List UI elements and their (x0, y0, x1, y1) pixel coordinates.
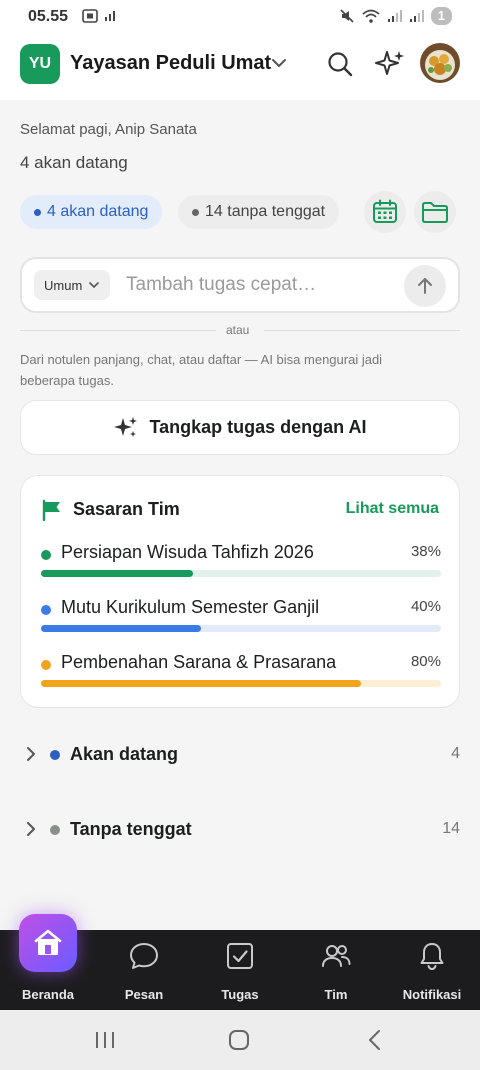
checkbox-icon (227, 943, 253, 969)
nav-label: Pesan (124, 987, 164, 1002)
recent-apps-icon[interactable] (94, 1029, 116, 1051)
goal-name: Pembenahan Sarana & Prasarana (61, 652, 337, 672)
quick-add-input[interactable]: Tambah tugas cepat… (126, 274, 316, 296)
folder-icon (422, 202, 448, 223)
separator-text: atau (226, 323, 250, 337)
section-dot (50, 750, 60, 760)
calendar-icon (373, 199, 397, 223)
nav-item-tim[interactable]: Tim (288, 930, 384, 1010)
chevron-right-icon (27, 822, 35, 836)
nav-label: Tugas (221, 987, 259, 1002)
signal-small-icon (105, 11, 115, 21)
chevron-down-icon[interactable] (270, 54, 288, 72)
back-icon[interactable] (364, 1029, 386, 1051)
mute-icon (340, 9, 354, 23)
nav-label: Notifikasi (402, 987, 462, 1002)
ai-hint-text: Dari notulen panjang, chat, atau daftar … (20, 352, 383, 388)
section-title: Tanpa tenggat (70, 819, 192, 839)
section-count: 4 (451, 745, 460, 762)
section-dot (50, 825, 60, 835)
upcoming-summary: 4 akan datang (20, 153, 128, 172)
chevron-down-icon (89, 282, 100, 289)
goal-percent: 80% (410, 653, 441, 670)
app-header: YU Yayasan Peduli Umat (0, 34, 480, 100)
signal-1-icon (387, 10, 402, 22)
nav-label: Tim (324, 987, 348, 1002)
people-icon (322, 945, 351, 967)
section-no-deadline[interactable]: Tanpa tenggat 14 (20, 811, 460, 847)
screenshot-icon (82, 9, 98, 23)
chip-dot (34, 208, 41, 216)
goal-dot (41, 605, 51, 615)
nav-label: Beranda (21, 987, 75, 1002)
submit-button[interactable] (404, 265, 446, 307)
team-goals-title: Sasaran Tim (73, 499, 180, 519)
see-all-link[interactable]: Lihat semua (346, 500, 439, 518)
section-upcoming[interactable]: Akan datang 4 (20, 736, 460, 772)
quick-add-bar: Umum Tambah tugas cepat… (20, 257, 460, 313)
signal-2-icon (409, 10, 424, 22)
divider-right (264, 330, 460, 331)
search-icon[interactable] (326, 50, 354, 78)
bell-icon (420, 943, 444, 971)
goal-name: Persiapan Wisuda Tahfizh 2026 (61, 542, 314, 562)
org-name[interactable]: Yayasan Peduli Umat (70, 52, 271, 75)
nav-item-notifikasi[interactable]: Notifikasi (384, 930, 480, 1010)
goal-percent: 38% (410, 543, 441, 560)
org-avatar[interactable]: YU (20, 44, 60, 84)
goal-item[interactable]: Persiapan Wisuda Tahfizh 2026 38% (41, 542, 441, 582)
status-right-icons: 1 (339, 7, 452, 25)
category-label: Umum (44, 277, 83, 293)
chevron-right-icon (27, 747, 35, 761)
goal-progress-fill (41, 625, 201, 632)
sparkle-icon (114, 416, 138, 437)
home-icon (34, 929, 62, 955)
chip-label: 4 akan datang (47, 203, 149, 220)
nav-item-tugas[interactable]: Tugas (192, 930, 288, 1010)
team-goals-card: Sasaran Tim Lihat semua Persiapan Wisuda… (20, 475, 460, 708)
divider-left (20, 330, 216, 331)
chip-label: 14 tanpa tenggat (205, 203, 326, 220)
flag-icon (42, 499, 60, 521)
goal-progress-track (41, 680, 441, 687)
calendar-button[interactable] (364, 191, 406, 233)
goal-dot (41, 660, 51, 670)
section-title: Akan datang (70, 744, 179, 764)
system-nav-bar (0, 1010, 480, 1070)
nav-home-active-button[interactable] (19, 914, 77, 972)
category-dropdown[interactable]: Umum (34, 270, 111, 300)
home-system-icon[interactable] (228, 1029, 250, 1051)
goal-name: Mutu Kurikulum Semester Ganjil (61, 597, 320, 617)
ai-capture-label: Tangkap tugas dengan AI (149, 417, 367, 437)
status-bar: 05.55 1 (0, 0, 480, 34)
section-count: 14 (442, 820, 460, 837)
goal-item[interactable]: Pembenahan Sarana & Prasarana 80% (41, 652, 441, 692)
wifi-icon (362, 9, 380, 23)
status-time: 05.55 (28, 8, 69, 25)
filter-chip-upcoming[interactable]: 4 akan datang (20, 195, 163, 229)
goal-progress-track (41, 570, 441, 577)
goal-item[interactable]: Mutu Kurikulum Semester Ganjil 40% (41, 597, 441, 637)
goal-dot (41, 550, 51, 560)
folder-button[interactable] (414, 191, 456, 233)
chip-dot (192, 208, 199, 216)
arrow-up-icon (418, 278, 432, 294)
nav-item-pesan[interactable]: Pesan (96, 930, 192, 1010)
status-left-icons (82, 9, 116, 23)
user-avatar[interactable] (420, 43, 460, 83)
goal-progress-fill (41, 680, 361, 687)
battery-indicator: 1 (430, 7, 452, 25)
ai-capture-button[interactable]: Tangkap tugas dengan AI (20, 400, 460, 455)
sparkle-icon[interactable] (374, 48, 406, 80)
chat-icon (130, 943, 158, 969)
filter-chip-no-deadline[interactable]: 14 tanpa tenggat (178, 195, 340, 229)
goal-progress-fill (41, 570, 193, 577)
goal-progress-track (41, 625, 441, 632)
goal-percent: 40% (410, 598, 441, 615)
greeting-text: Selamat pagi, Anip Sanata (20, 121, 197, 138)
